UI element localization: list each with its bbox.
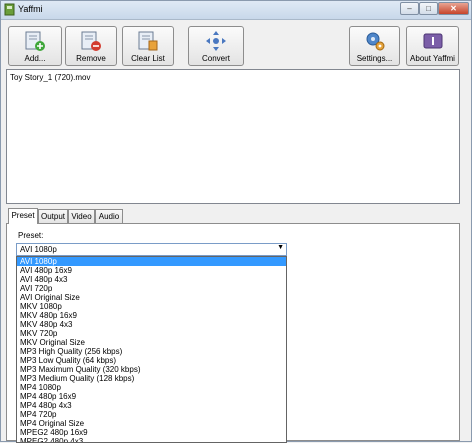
preset-option[interactable]: AVI 1080p	[17, 257, 286, 266]
preset-option[interactable]: MKV 1080p	[17, 302, 286, 311]
preset-option[interactable]: MPEG2 480p 16x9	[17, 428, 286, 437]
preset-option[interactable]: MP4 720p	[17, 410, 286, 419]
preset-option[interactable]: AVI 480p 16x9	[17, 266, 286, 275]
preset-option[interactable]: MKV 480p 4x3	[17, 320, 286, 329]
tab-video[interactable]: Video	[68, 209, 95, 223]
add-button[interactable]: Add...	[8, 26, 62, 66]
about-button[interactable]: About Yaffmi	[406, 26, 459, 66]
scrollbar[interactable]	[461, 69, 471, 441]
application-window: Yaffmi – □ ✕ Add... Remove Clear List Co…	[0, 0, 472, 443]
clear-list-button-label: Clear List	[131, 54, 165, 63]
remove-button-label: Remove	[76, 54, 106, 63]
convert-button-label: Convert	[201, 54, 230, 63]
info-icon	[423, 33, 442, 49]
file-list[interactable]: Toy Story_1 (720).mov	[6, 69, 460, 204]
preset-option[interactable]: MP3 Maximum Quality (320 kbps)	[17, 365, 286, 374]
preset-selected-value: AVI 1080p	[20, 245, 57, 254]
gear-icon	[366, 32, 384, 51]
preset-label: Preset:	[18, 231, 44, 240]
settings-button[interactable]: Settings...	[349, 26, 400, 66]
preset-dropdown-list[interactable]: AVI 1080p AVI 480p 16x9 AVI 480p 4x3 AVI 72…	[16, 256, 287, 443]
maximize-button[interactable]: □	[419, 2, 438, 15]
preset-option[interactable]: MP4 480p 4x3	[17, 401, 286, 410]
title-bar[interactable]: Yaffmi – □ ✕	[1, 1, 471, 20]
window-title: Yaffmi	[18, 4, 43, 14]
preset-combobox[interactable]: AVI 1080p ▼	[16, 243, 287, 256]
add-file-icon	[25, 31, 45, 51]
close-button[interactable]: ✕	[438, 2, 469, 15]
convert-arrows-icon	[206, 31, 226, 51]
app-icon	[4, 3, 15, 16]
preset-option[interactable]: MPEG2 480p 4x3	[17, 437, 286, 442]
preset-option[interactable]: MKV Original Size	[17, 338, 286, 347]
preset-option[interactable]: MP4 Original Size	[17, 419, 286, 428]
preset-option[interactable]: MKV 480p 16x9	[17, 311, 286, 320]
preset-option[interactable]: MP3 High Quality (256 kbps)	[17, 347, 286, 356]
tab-preset[interactable]: Preset	[8, 208, 38, 224]
preset-option[interactable]: AVI Original Size	[17, 293, 286, 302]
tab-output[interactable]: Output	[38, 209, 68, 223]
preset-option[interactable]: AVI 720p	[17, 284, 286, 293]
about-button-label: About Yaffmi	[410, 54, 455, 63]
clear-list-button[interactable]: Clear List	[122, 26, 174, 66]
preset-option[interactable]: MP4 480p 16x9	[17, 392, 286, 401]
preset-option[interactable]: MP4 1080p	[17, 383, 286, 392]
minimize-button[interactable]: –	[400, 2, 419, 15]
remove-button[interactable]: Remove	[65, 26, 117, 66]
preset-option[interactable]: MP3 Low Quality (64 kbps)	[17, 356, 286, 365]
list-item[interactable]: Toy Story_1 (720).mov	[10, 73, 90, 82]
remove-file-icon	[81, 31, 101, 51]
preset-option[interactable]: MKV 720p	[17, 329, 286, 338]
clear-list-icon	[138, 31, 158, 51]
convert-button[interactable]: Convert	[188, 26, 244, 66]
add-button-label: Add...	[24, 54, 46, 63]
preset-option[interactable]: AVI 480p 4x3	[17, 275, 286, 284]
preset-option[interactable]: MP3 Medium Quality (128 kbps)	[17, 374, 286, 383]
chevron-down-icon[interactable]: ▼	[277, 244, 284, 251]
settings-button-label: Settings...	[356, 54, 393, 63]
tab-audio[interactable]: Audio	[95, 209, 123, 223]
